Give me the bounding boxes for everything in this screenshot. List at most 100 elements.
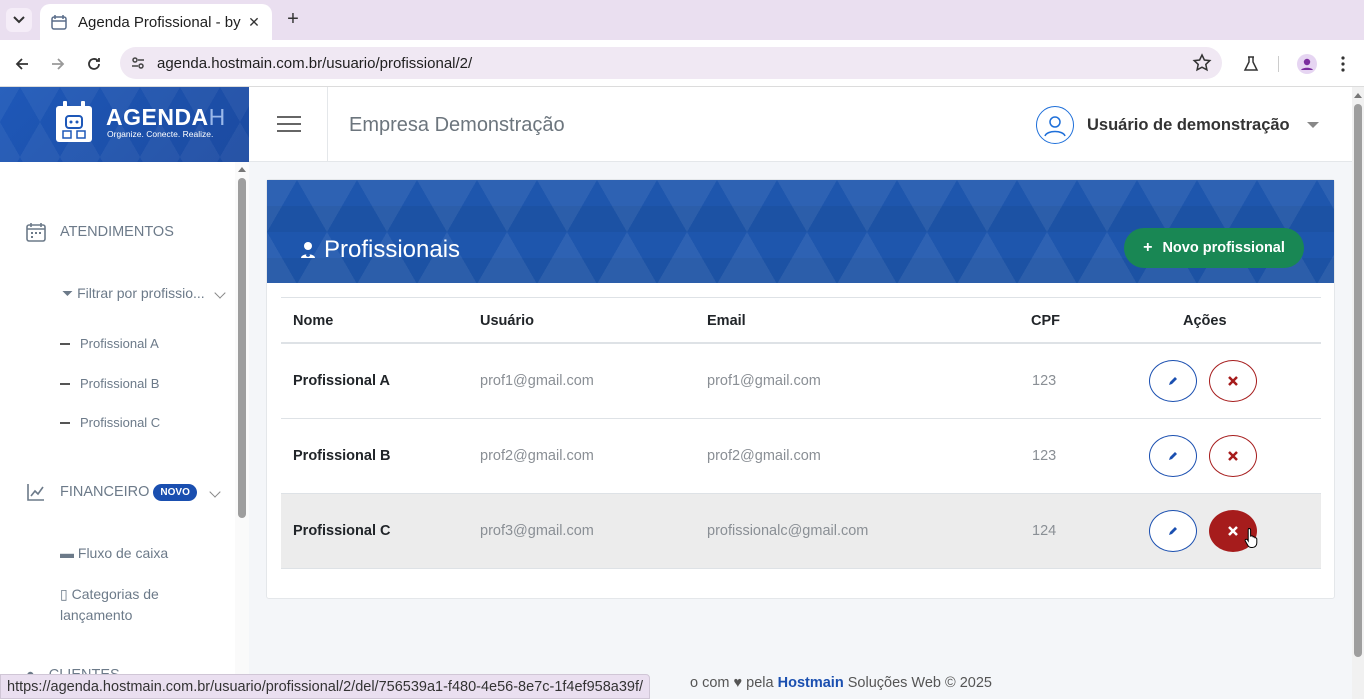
logo-h-text: H: [208, 104, 226, 130]
sidebar-item-categorias[interactable]: ▯ Categorias de lançamento: [60, 584, 210, 626]
sidebar-scrollbar[interactable]: [235, 162, 249, 699]
sidebar-section-financeiro[interactable]: FINANCEIRO NOVO: [26, 482, 197, 502]
edit-button[interactable]: [1149, 360, 1197, 402]
delete-button[interactable]: [1209, 360, 1257, 402]
new-tab-button[interactable]: +: [282, 8, 304, 30]
forward-button[interactable]: [46, 52, 70, 76]
cell-email: prof2@gmail.com: [707, 448, 821, 464]
profile-avatar-icon: [1297, 54, 1317, 74]
cell-usuario: prof2@gmail.com: [480, 448, 594, 464]
sidebar-item-profissional-c[interactable]: Profissional C: [60, 415, 160, 430]
sidebar-financeiro-label: FINANCEIRO: [60, 484, 150, 500]
new-professional-label: Novo profissional: [1162, 240, 1285, 256]
bookmark-star-icon[interactable]: [1192, 53, 1212, 73]
column-header-usuario[interactable]: Usuário: [480, 313, 534, 329]
scroll-up-arrow-icon[interactable]: [1354, 93, 1362, 98]
column-header-email[interactable]: Email: [707, 313, 746, 329]
table-row: Profissional C prof3@gmail.com profissio…: [281, 494, 1321, 569]
header-divider: [327, 87, 328, 162]
browser-tab[interactable]: Agenda Profissional - by Hostmain ✕: [40, 4, 272, 40]
logo-wordmark: AGENDAH: [106, 104, 226, 131]
page-footer: o com ♥ pela Hostmain Soluções Web © 202…: [690, 675, 992, 691]
sidebar-item-label: Categorias de lançamento: [60, 586, 159, 623]
tab-close-icon[interactable]: ✕: [244, 12, 264, 32]
sidebar-item-label: Fluxo de caixa: [77, 545, 169, 561]
cell-cpf: 123: [1032, 448, 1057, 464]
browser-toolbar: agenda.hostmain.com.br/usuario/profissio…: [0, 40, 1364, 87]
footer-prefix: o com: [690, 675, 730, 691]
page-scrollbar[interactable]: [1352, 87, 1364, 699]
dash-icon: [60, 382, 70, 385]
caret-down-icon[interactable]: [1307, 122, 1319, 128]
sidebar: ATENDIMENTOS ⏷ Filtrar por profissio... …: [0, 162, 249, 699]
url-text: agenda.hostmain.com.br/usuario/profissio…: [157, 55, 473, 72]
table-row: Profissional B prof2@gmail.com prof2@gma…: [281, 419, 1321, 494]
edit-button[interactable]: [1149, 510, 1197, 552]
profile-button[interactable]: [1295, 52, 1319, 76]
user-avatar[interactable]: [1036, 106, 1074, 144]
back-button[interactable]: [10, 52, 34, 76]
sidebar-scroll-thumb[interactable]: [238, 178, 246, 518]
browser-menu-button[interactable]: [1331, 52, 1355, 76]
dash-icon: [60, 421, 70, 424]
heart-icon: ♥: [733, 675, 743, 691]
cell-nome: Profissional A: [293, 373, 390, 389]
filter-professional-dropdown[interactable]: ⏷ Filtrar por profissio...: [62, 285, 205, 302]
tab-title: Agenda Profissional - by Hostmain: [78, 13, 243, 31]
user-name[interactable]: Usuário de demonstração: [1087, 116, 1290, 135]
filter-icon: ⏷: [62, 285, 74, 301]
site-settings-icon[interactable]: [130, 55, 146, 71]
professionals-card: Profissionais + Novo profissional Nome U…: [266, 179, 1335, 599]
chart-line-icon: [27, 484, 44, 501]
dash-icon: [60, 342, 70, 345]
sidebar-item-fluxo-caixa[interactable]: ▬ Fluxo de caixa: [60, 543, 168, 564]
chevron-down-icon: [13, 16, 25, 24]
app-logo-area[interactable]: AGENDAH Organize. Conecte. Realize.: [0, 87, 249, 162]
reload-button[interactable]: [82, 52, 106, 76]
link-status-bar: https://agenda.hostmain.com.br/usuario/p…: [0, 674, 651, 699]
user-tie-icon: [301, 242, 315, 258]
tab-list-button[interactable]: [6, 8, 32, 32]
sidebar-section-atendimentos[interactable]: ATENDIMENTOS: [26, 222, 174, 242]
reload-icon: [88, 58, 100, 70]
sidebar-atendimentos-label: ATENDIMENTOS: [60, 224, 174, 240]
menu-toggle-icon[interactable]: [277, 116, 301, 132]
browser-tabbar: Agenda Profissional - by Hostmain ✕ +: [0, 0, 1364, 40]
pencil-icon: [1169, 452, 1177, 460]
cash-register-icon: ▬: [60, 545, 74, 561]
new-professional-button[interactable]: + Novo profissional: [1124, 228, 1304, 268]
page-title-text: Profissionais: [324, 236, 461, 263]
flask-icon: [1243, 56, 1259, 71]
edit-button[interactable]: [1149, 435, 1197, 477]
new-badge: NOVO: [153, 483, 197, 501]
close-icon: [1228, 376, 1238, 386]
cell-cpf: 124: [1032, 523, 1057, 539]
sidebar-item-label: Profissional A: [80, 336, 159, 351]
table-row: Profissional A prof1@gmail.com prof1@gma…: [281, 344, 1321, 419]
sidebar-item-label: Profissional C: [80, 415, 161, 430]
column-header-cpf[interactable]: CPF: [1031, 313, 1060, 329]
page-scroll-thumb[interactable]: [1354, 104, 1362, 657]
logo-tagline: Organize. Conecte. Realize.: [107, 129, 214, 139]
chevron-down-icon[interactable]: [209, 486, 221, 498]
page-title: Profissionais: [300, 236, 460, 264]
labs-button[interactable]: [1239, 52, 1263, 76]
footer-suffix: Soluções Web © 2025: [847, 675, 992, 691]
cell-nome: Profissional C: [293, 523, 391, 539]
pencil-icon: [1169, 527, 1177, 535]
chevron-down-icon[interactable]: [214, 287, 226, 299]
delete-button[interactable]: [1209, 435, 1257, 477]
sidebar-item-profissional-b[interactable]: Profissional B: [60, 376, 159, 391]
more-vertical-icon: [1341, 56, 1345, 72]
logo-main-text: AGENDA: [106, 104, 209, 130]
column-header-nome[interactable]: Nome: [293, 313, 333, 329]
address-bar[interactable]: agenda.hostmain.com.br/usuario/profissio…: [120, 47, 1222, 79]
footer-brand-link[interactable]: Hostmain: [778, 675, 844, 691]
cell-cpf: 123: [1032, 373, 1057, 389]
scroll-up-arrow-icon[interactable]: [238, 167, 246, 172]
close-icon: [1228, 526, 1238, 536]
sidebar-item-profissional-a[interactable]: Profissional A: [60, 336, 159, 351]
professionals-table: Nome Usuário Email CPF Ações Profissiona…: [281, 297, 1321, 569]
footer-by: pela: [746, 675, 774, 691]
app-header: Empresa Demonstração Usuário de demonstr…: [249, 87, 1352, 162]
